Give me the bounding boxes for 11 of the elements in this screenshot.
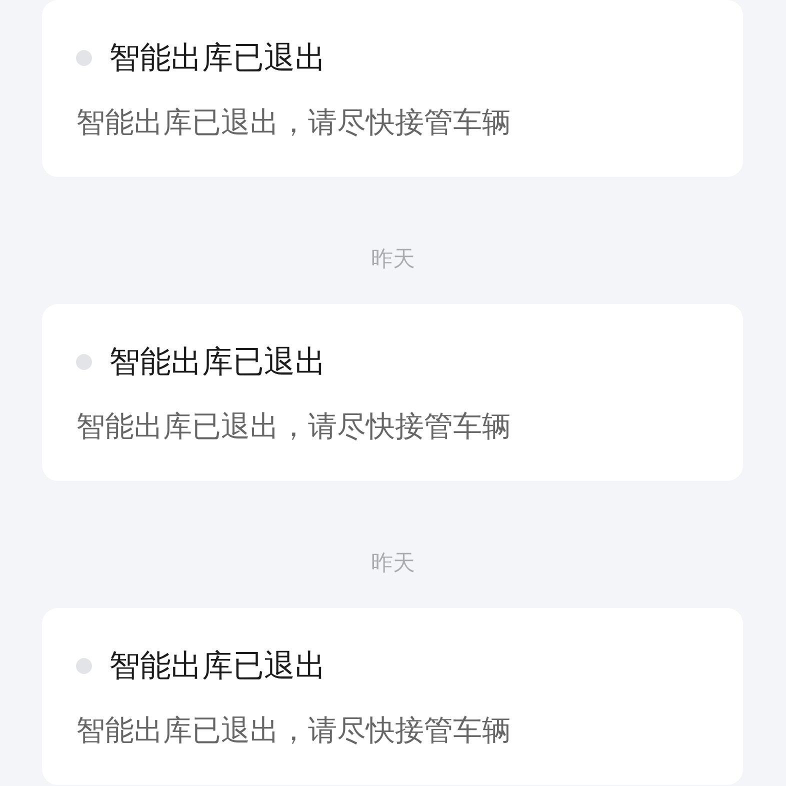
message-text: 智能出库已退出，请尽快接管车辆: [76, 408, 512, 445]
date-label: 昨天: [371, 246, 415, 274]
message-card[interactable]: 智能出库已退出 智能出库已退出，请尽快接管车辆: [42, 304, 743, 481]
message-card[interactable]: 智能出库已退出 智能出库已退出，请尽快接管车辆: [42, 0, 743, 177]
message-card[interactable]: 智能出库已退出 智能出库已退出，请尽快接管车辆: [42, 608, 743, 785]
message-title: 智能出库已退出: [109, 647, 326, 686]
date-label: 昨天: [371, 550, 415, 578]
message-text: 智能出库已退出，请尽快接管车辆: [76, 712, 512, 749]
message-title: 智能出库已退出: [109, 39, 326, 78]
message-text: 智能出库已退出，请尽快接管车辆: [76, 104, 512, 141]
message-title: 智能出库已退出: [109, 343, 326, 382]
